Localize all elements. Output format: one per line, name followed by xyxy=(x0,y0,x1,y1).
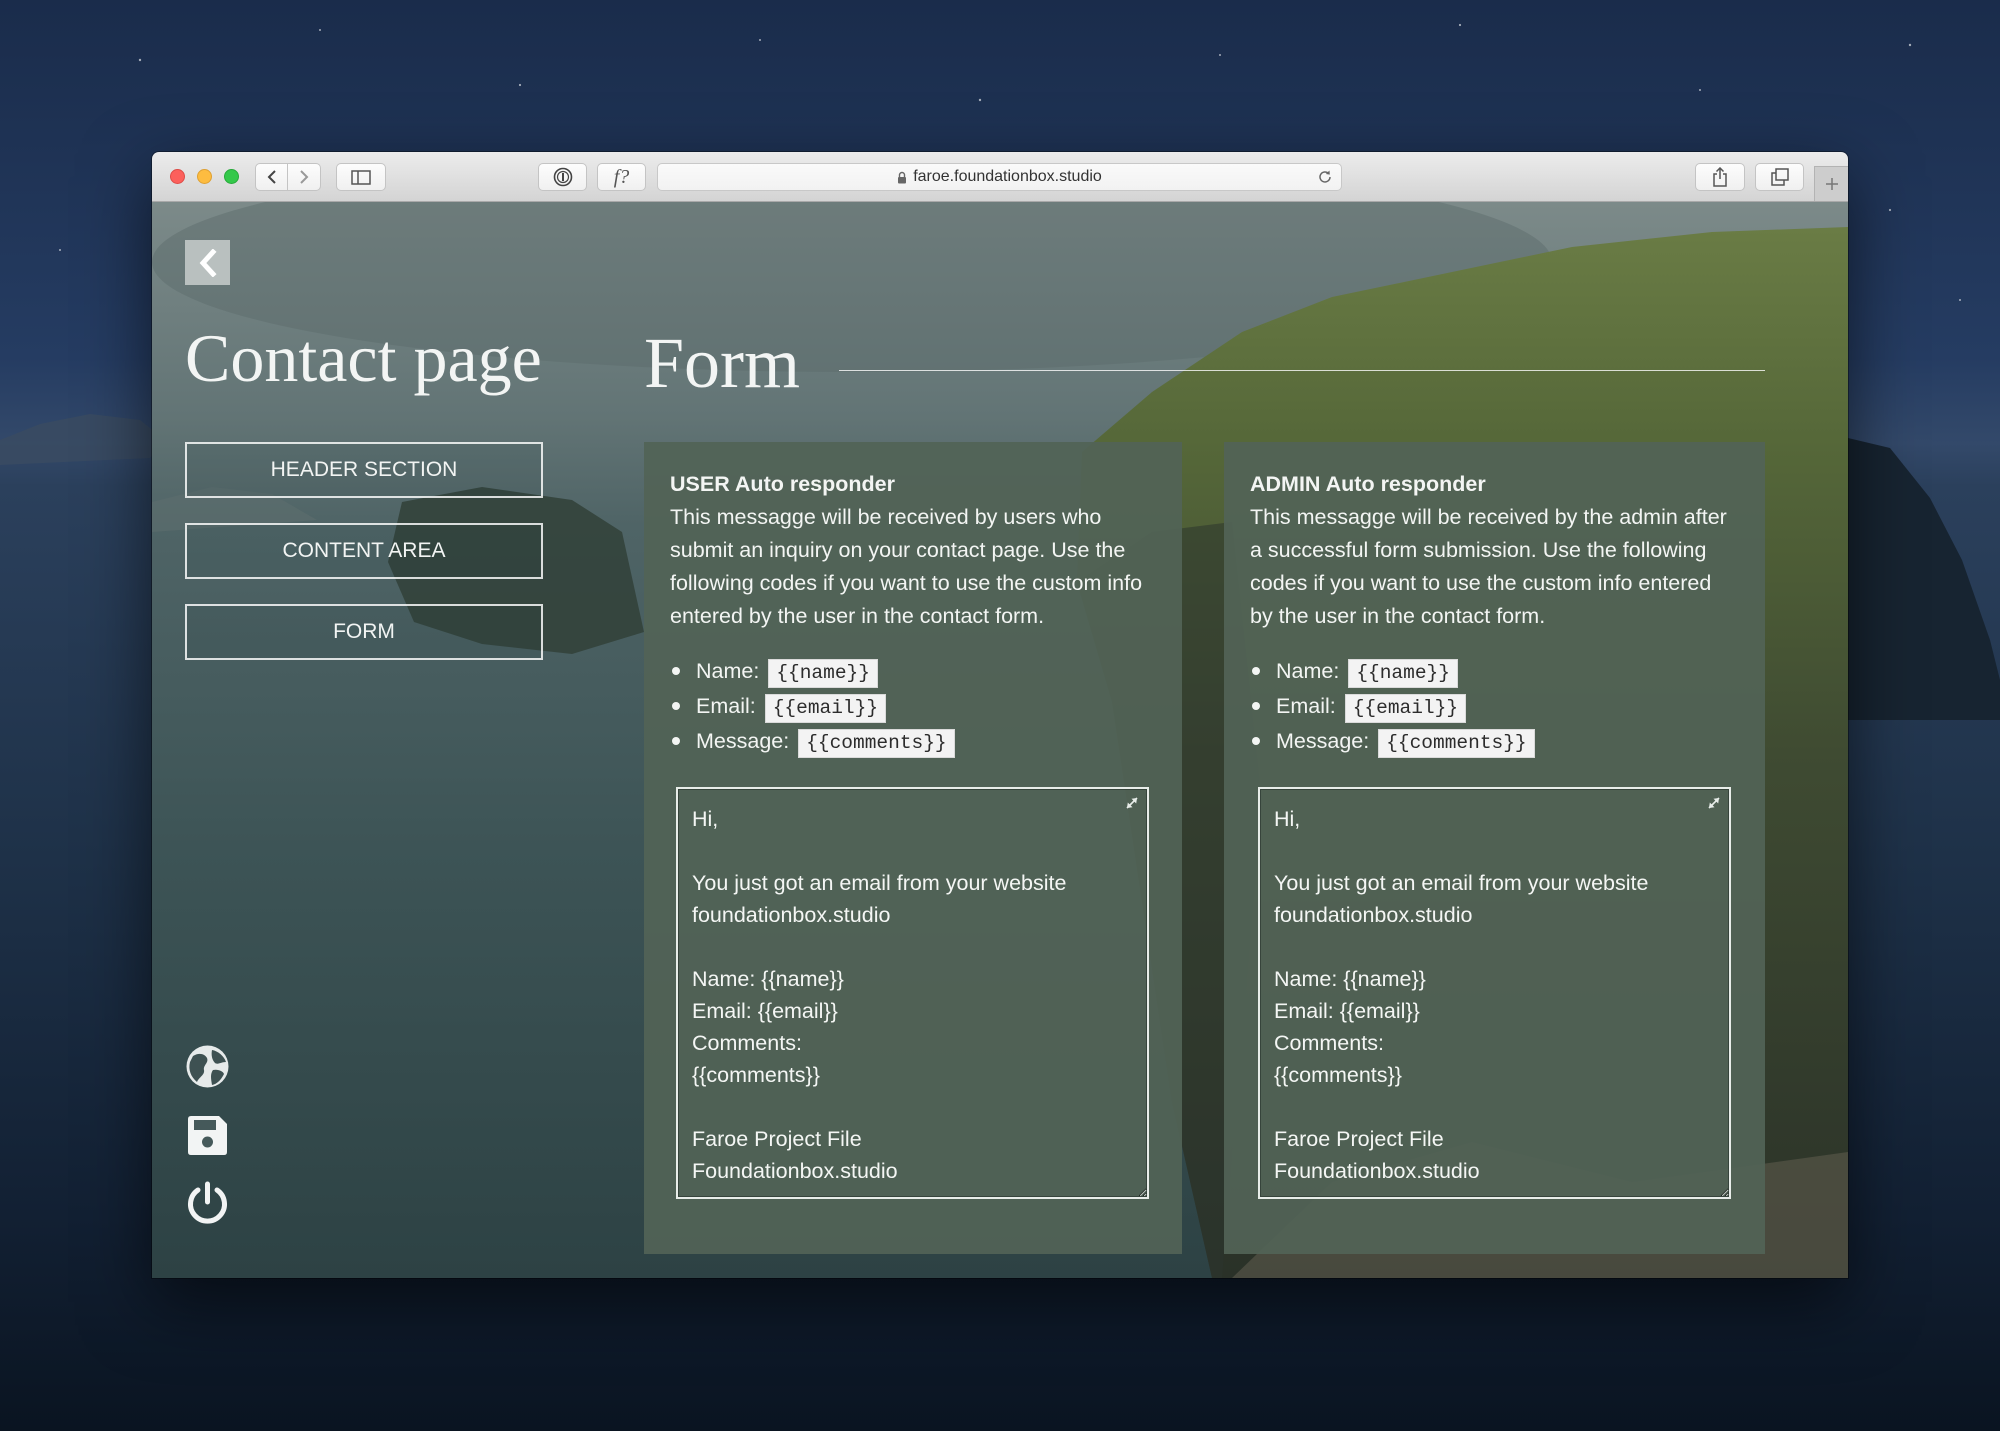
back-button-page[interactable] xyxy=(185,240,230,285)
user-autoresponder-panel: USER Auto responder This messagge will b… xyxy=(644,442,1182,1254)
code-label: Name: xyxy=(696,659,760,683)
code-item-message: Message: {{comments}} xyxy=(670,724,1156,759)
chevron-left-icon xyxy=(267,170,276,184)
panel-description: This messagge will be received by users … xyxy=(670,505,1143,628)
forward-button[interactable] xyxy=(288,163,321,191)
password-manager-icon xyxy=(553,167,572,187)
message-editor: Hi, You just got an email from your webs… xyxy=(676,787,1149,1199)
code-label: Name: xyxy=(1276,659,1340,683)
section-title: Form xyxy=(644,323,801,403)
admin-message-textarea[interactable]: Hi, You just got an email from your webs… xyxy=(1258,787,1731,1199)
browser-window: f? faroe.foundationbox.studio Contact pa… xyxy=(152,152,1848,1278)
back-button[interactable] xyxy=(255,163,288,191)
password-manager-button[interactable] xyxy=(538,163,587,191)
code-list: Name: {{name}} Email: {{email}} Message:… xyxy=(1250,654,1739,759)
code-item-name: Name: {{name}} xyxy=(670,654,1156,689)
code-badge: {{comments}} xyxy=(1378,729,1535,758)
nav-form[interactable]: FORM xyxy=(185,604,543,660)
code-label: Message: xyxy=(696,729,790,753)
tabs-overview-button[interactable] xyxy=(1755,163,1804,191)
zoom-button[interactable] xyxy=(224,169,239,184)
code-item-email: Email: {{email}} xyxy=(1250,689,1739,724)
panel-title: USER Auto responder xyxy=(670,472,895,496)
tabs-icon xyxy=(1770,168,1789,186)
code-label: Email: xyxy=(696,694,756,718)
code-item-message: Message: {{comments}} xyxy=(1250,724,1739,759)
sidebar-toggle-button[interactable] xyxy=(336,163,386,191)
font-extension-button[interactable]: f? xyxy=(597,163,646,191)
code-item-email: Email: {{email}} xyxy=(670,689,1156,724)
share-icon xyxy=(1713,167,1727,187)
message-editor: Hi, You just got an email from your webs… xyxy=(1258,787,1731,1199)
admin-autoresponder-panel: ADMIN Auto responder This messagge will … xyxy=(1224,442,1765,1254)
expand-icon[interactable] xyxy=(1705,794,1723,812)
history-buttons xyxy=(255,163,321,191)
sidebar-icon xyxy=(351,169,371,185)
globe-icon[interactable] xyxy=(185,1044,230,1089)
code-label: Message: xyxy=(1276,729,1370,753)
code-item-name: Name: {{name}} xyxy=(1250,654,1739,689)
code-label: Email: xyxy=(1276,694,1336,718)
url-text: faroe.foundationbox.studio xyxy=(913,168,1102,185)
panel-description: This messagge will be received by the ad… xyxy=(1250,505,1727,628)
code-badge: {{comments}} xyxy=(798,729,955,758)
share-button[interactable] xyxy=(1695,163,1745,191)
page-content: Contact page HEADER SECTION CONTENT AREA… xyxy=(152,202,1848,1278)
font-extension-label: f? xyxy=(613,165,630,188)
panel-title: ADMIN Auto responder xyxy=(1250,472,1486,496)
nav-content-area[interactable]: CONTENT AREA xyxy=(185,523,543,579)
new-tab-button[interactable] xyxy=(1814,166,1848,201)
plus-icon xyxy=(1825,178,1838,190)
code-list: Name: {{name}} Email: {{email}} Message:… xyxy=(670,654,1156,759)
minimize-button[interactable] xyxy=(197,169,212,184)
nav-header-section[interactable]: HEADER SECTION xyxy=(185,442,543,498)
code-badge: {{name}} xyxy=(768,659,878,688)
reload-icon[interactable] xyxy=(1317,169,1333,185)
code-badge: {{email}} xyxy=(1344,694,1467,723)
browser-toolbar: f? faroe.foundationbox.studio xyxy=(152,152,1848,202)
lock-icon xyxy=(898,171,907,183)
chevron-left-icon xyxy=(199,248,217,277)
user-message-textarea[interactable]: Hi, You just got an email from your webs… xyxy=(676,787,1149,1199)
close-button[interactable] xyxy=(170,169,185,184)
expand-icon[interactable] xyxy=(1123,794,1141,812)
power-icon[interactable] xyxy=(185,1181,230,1226)
code-badge: {{name}} xyxy=(1348,659,1458,688)
chevron-right-icon xyxy=(300,170,309,184)
title-divider xyxy=(839,370,1765,371)
save-icon[interactable] xyxy=(185,1113,230,1158)
page-title: Contact page xyxy=(185,320,542,396)
code-badge: {{email}} xyxy=(764,694,887,723)
address-bar[interactable]: faroe.foundationbox.studio xyxy=(657,163,1342,191)
